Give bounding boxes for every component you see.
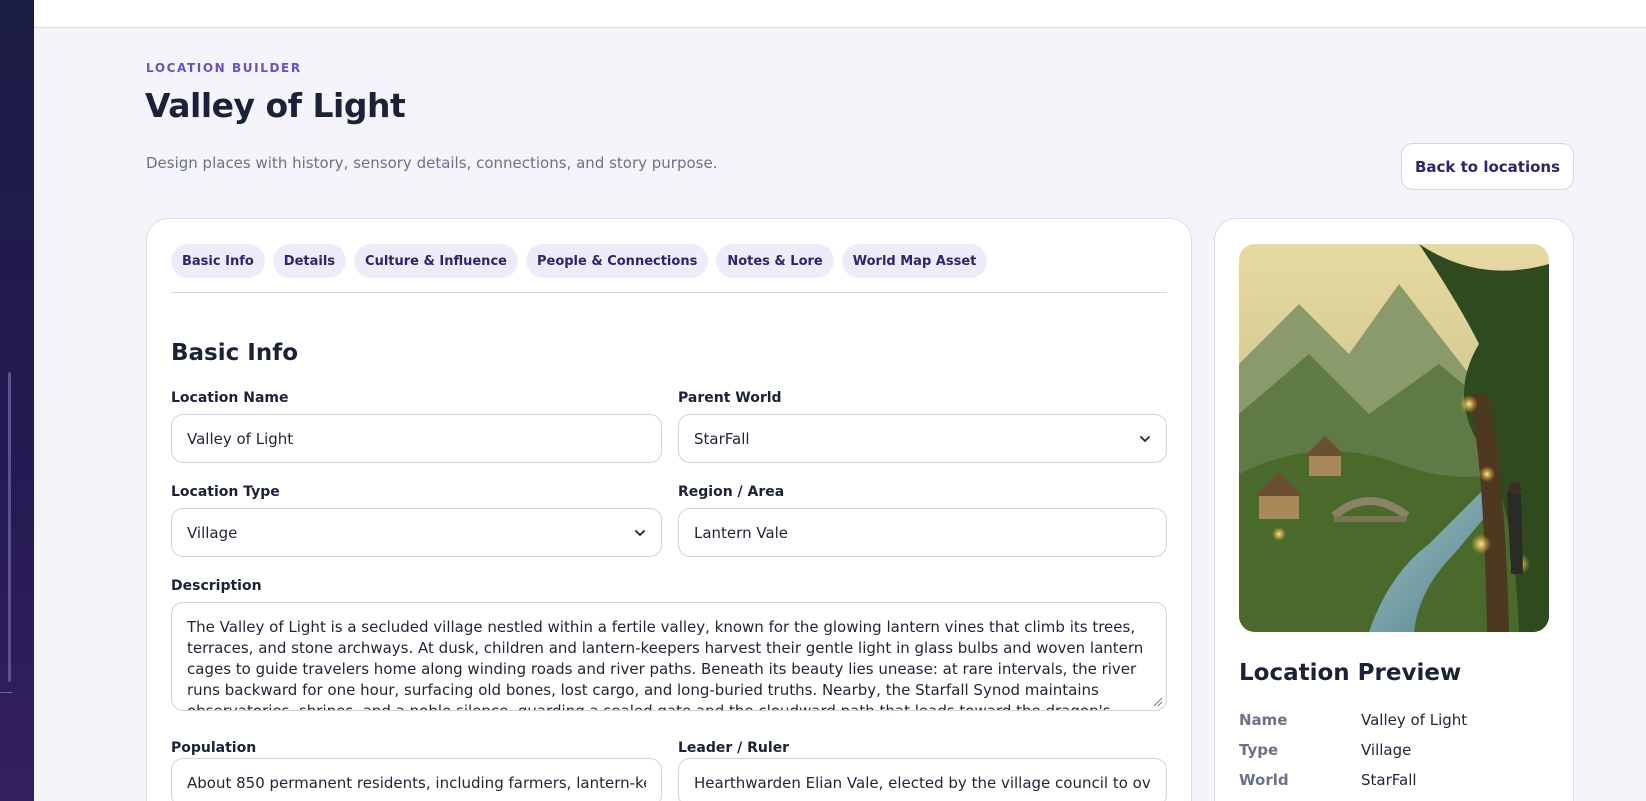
region-input[interactable]: Lantern Vale [678, 508, 1167, 557]
form-tabs: Basic Info Details Culture & Influence P… [171, 244, 988, 278]
preview-value: StarFall [1361, 771, 1417, 789]
rail-divider [0, 692, 12, 693]
tab-basic-info[interactable]: Basic Info [171, 244, 265, 278]
resize-grip-icon[interactable] [1151, 695, 1163, 707]
population-input[interactable]: About 850 permanent residents, including… [171, 758, 662, 801]
leader-label: Leader / Ruler [678, 740, 790, 756]
section-title: Basic Info [171, 340, 299, 366]
tab-details[interactable]: Details [272, 244, 347, 278]
tab-people-connections[interactable]: People & Connections [525, 244, 709, 278]
top-bar [34, 0, 1646, 28]
location-type-label: Location Type [171, 484, 280, 500]
page-title: Valley of Light [145, 86, 406, 125]
population-label: Population [171, 740, 257, 756]
location-type-select[interactable]: Village [171, 508, 662, 557]
tab-notes-lore[interactable]: Notes & Lore [716, 244, 834, 278]
app-side-rail [0, 0, 34, 801]
location-type-value: Village [187, 523, 238, 542]
location-name-input[interactable]: Valley of Light [171, 414, 662, 463]
back-to-locations-button[interactable]: Back to locations [1401, 143, 1574, 190]
population-value: About 850 permanent residents, including… [187, 773, 646, 792]
region-label: Region / Area [678, 484, 785, 500]
preview-row-type: Type Village [1239, 741, 1411, 759]
location-preview-card: Location Preview Name Valley of Light Ty… [1214, 218, 1574, 801]
preview-key: Type [1239, 741, 1279, 759]
tab-culture-influence[interactable]: Culture & Influence [354, 244, 518, 278]
leader-input[interactable]: Hearthwarden Elian Vale, elected by the … [678, 758, 1167, 801]
description-label: Description [171, 578, 262, 594]
page-eyebrow: LOCATION BUILDER [146, 61, 302, 75]
preview-row-name: Name Valley of Light [1239, 711, 1467, 729]
parent-world-select[interactable]: StarFall [678, 414, 1167, 463]
tab-world-map-asset[interactable]: World Map Asset [841, 244, 988, 278]
preview-value: Village [1361, 741, 1412, 759]
location-name-label: Location Name [171, 390, 289, 406]
chevron-down-icon [635, 529, 645, 536]
parent-world-value: StarFall [694, 429, 750, 448]
preview-key: World [1239, 771, 1289, 789]
location-form-card: Basic Info Details Culture & Influence P… [146, 218, 1192, 801]
valley-illustration [1239, 244, 1549, 632]
preview-value: Valley of Light [1361, 711, 1468, 729]
location-image [1239, 244, 1549, 632]
tabs-divider [171, 292, 1167, 293]
preview-key: Name [1239, 711, 1288, 729]
parent-world-label: Parent World [678, 390, 782, 406]
chevron-down-icon [1140, 435, 1150, 442]
description-textarea[interactable]: The Valley of Light is a secluded villag… [171, 602, 1167, 711]
region-value: Lantern Vale [694, 523, 789, 542]
scrollbar-thumb[interactable] [8, 372, 11, 682]
page-subtitle: Design places with history, sensory deta… [146, 154, 718, 172]
leader-value: Hearthwarden Elian Vale, elected by the … [694, 773, 1151, 792]
location-name-value: Valley of Light [187, 429, 294, 448]
description-value: The Valley of Light is a secluded villag… [187, 618, 1144, 711]
preview-row-world: World StarFall [1239, 771, 1417, 789]
preview-title: Location Preview [1239, 660, 1462, 686]
